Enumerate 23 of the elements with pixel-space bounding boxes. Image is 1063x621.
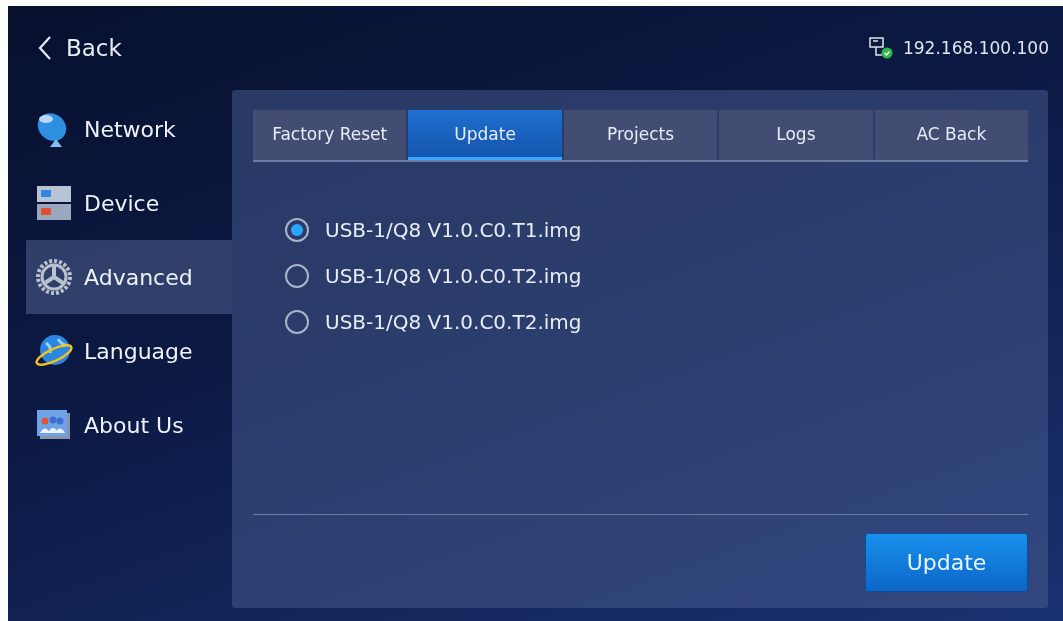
- tab[interactable]: Logs: [719, 110, 873, 160]
- sidebar-item[interactable]: Advanced: [26, 240, 232, 314]
- network-connected-icon: [869, 37, 893, 59]
- radio-button[interactable]: [285, 310, 309, 334]
- tab[interactable]: Update: [408, 110, 562, 160]
- tab[interactable]: Projects: [563, 110, 718, 160]
- sidebar-item[interactable]: Language: [26, 314, 232, 388]
- ip-address: 192.168.100.100: [903, 38, 1049, 58]
- server-icon: [34, 183, 74, 223]
- sidebar-item[interactable]: Network: [26, 92, 232, 166]
- back-button[interactable]: Back: [38, 35, 122, 61]
- file-name: USB-1/Q8 V1.0.C0.T2.img: [325, 264, 582, 288]
- gear-icon: [34, 257, 74, 297]
- file-name: USB-1/Q8 V1.0.C0.T1.img: [325, 218, 582, 242]
- radio-button[interactable]: [285, 218, 309, 242]
- tab[interactable]: Factory Reset: [253, 110, 407, 160]
- update-button[interactable]: Update: [865, 533, 1028, 592]
- tab[interactable]: AC Back: [874, 110, 1029, 160]
- sidebar-item[interactable]: Device: [26, 166, 232, 240]
- sidebar-item[interactable]: About Us: [26, 388, 232, 462]
- file-name: USB-1/Q8 V1.0.C0.T2.img: [325, 310, 582, 334]
- radio-button[interactable]: [285, 264, 309, 288]
- chevron-left-icon: [38, 35, 52, 61]
